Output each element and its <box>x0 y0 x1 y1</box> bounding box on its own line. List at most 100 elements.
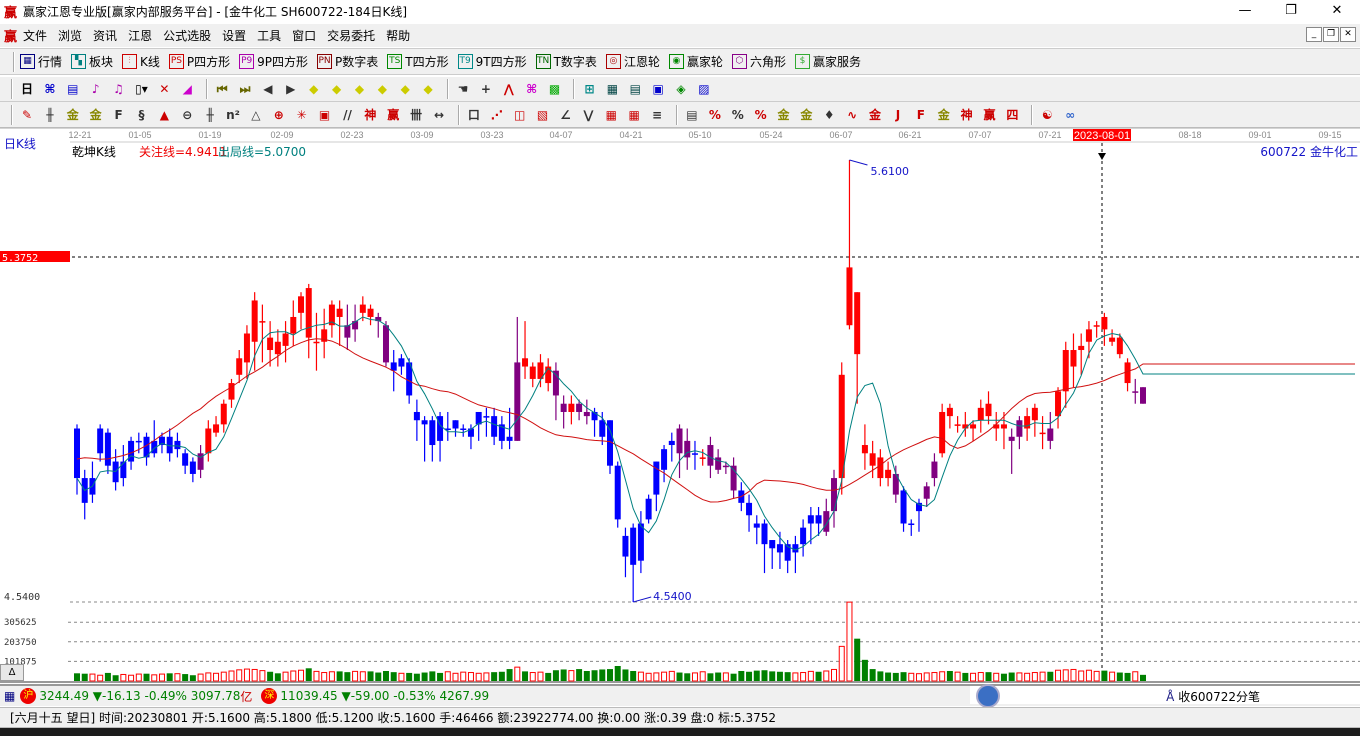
angle2-icon[interactable]: ∠ <box>556 106 574 124</box>
menu-item-0[interactable]: 文件 <box>23 27 47 44</box>
mdi-minimize-button[interactable]: _ <box>1306 27 1322 42</box>
gold-box-icon[interactable]: 金 <box>866 106 884 124</box>
crosshair-icon[interactable]: + <box>477 80 495 98</box>
save-icon[interactable]: ▣ <box>649 80 667 98</box>
cycle2-icon[interactable]: ∿ <box>843 106 861 124</box>
gann-fan-icon[interactable]: ⋰ <box>488 106 506 124</box>
toolbar-button-pn[interactable]: PN P数字表 <box>317 53 378 70</box>
grid-icon[interactable]: ▩ <box>546 80 564 98</box>
measure-icon[interactable]: ↔ <box>430 106 448 124</box>
pct-icon[interactable]: % <box>729 106 747 124</box>
close-button[interactable]: ✕ <box>1314 0 1360 23</box>
ying-icon[interactable]: 赢 <box>384 106 402 124</box>
menu-item-9[interactable]: 帮助 <box>386 27 410 44</box>
gold-icon[interactable]: 金 <box>64 106 82 124</box>
toolbar-button-table[interactable]: ▦ 行情 <box>20 53 62 70</box>
tools-icon[interactable]: ♦ <box>820 106 838 124</box>
print-icon[interactable]: ▨ <box>695 80 713 98</box>
formula-icon[interactable]: ✕ <box>155 80 173 98</box>
shift-right-icon[interactable]: ◆ <box>328 80 346 98</box>
target-icon[interactable]: ⊕ <box>270 106 288 124</box>
shen-icon[interactable]: 神 <box>361 106 379 124</box>
web2-icon[interactable]: ✳ <box>293 106 311 124</box>
si-icon[interactable]: 四 <box>1003 106 1021 124</box>
menu-item-8[interactable]: 交易委托 <box>327 27 375 44</box>
toolbar-button-winner-wheel[interactable]: ◉ 赢家轮 <box>668 53 723 70</box>
calendar-icon[interactable]: ⊞ <box>580 80 598 98</box>
report-icon[interactable]: ▤ <box>626 80 644 98</box>
toolbar-button-tn[interactable]: TN T数字表 <box>535 53 597 70</box>
quote-table-icon[interactable]: ▦ <box>4 689 15 703</box>
toolbar-button-ts[interactable]: TS T四方形 <box>387 53 449 70</box>
expand-v-icon[interactable]: ◆ <box>396 80 414 98</box>
first-icon[interactable]: ⏮ <box>213 80 231 98</box>
pct-line-icon[interactable]: % <box>752 106 770 124</box>
shrink-icon[interactable]: ◆ <box>373 80 391 98</box>
n2-icon[interactable]: n² <box>224 106 242 124</box>
toolbar-button-dollar[interactable]: $ 赢家服务 <box>794 53 861 70</box>
zigzag-icon[interactable]: ⋁ <box>579 106 597 124</box>
candle-type-icon[interactable]: ▯▾ <box>132 80 150 98</box>
shift-left-icon[interactable]: ◆ <box>305 80 323 98</box>
restore-button[interactable]: ❐ <box>1268 0 1314 23</box>
gold-line-icon[interactable]: 金 <box>797 106 815 124</box>
menu-item-1[interactable]: 浏览 <box>58 27 82 44</box>
toolbar-button-gann-wheel[interactable]: ◎ 江恩轮 <box>605 53 660 70</box>
menu-item-5[interactable]: 设置 <box>222 27 246 44</box>
line-icon[interactable]: ⋀ <box>500 80 518 98</box>
hand-icon[interactable]: ☚ <box>454 80 472 98</box>
taiji-icon[interactable]: ☯ <box>1038 106 1056 124</box>
lines-icon[interactable]: ≡ <box>648 106 666 124</box>
info-circle-icon[interactable] <box>976 684 1000 708</box>
gold3-icon[interactable]: 金 <box>935 106 953 124</box>
indicator3-icon[interactable]: ♪ <box>87 80 105 98</box>
square-icon[interactable]: ▣ <box>316 106 334 124</box>
gann-grid-icon[interactable]: ▧ <box>534 106 552 124</box>
period-label[interactable]: 日K线 <box>4 135 36 152</box>
notes-icon[interactable]: ▤ <box>64 80 82 98</box>
cycle-icon[interactable]: ╫ <box>201 106 219 124</box>
pen-icon[interactable]: ✎ <box>18 106 36 124</box>
toolbar-button-t9[interactable]: T9 9T四方形 <box>457 53 527 70</box>
infinity-icon[interactable]: ∞ <box>1061 106 1079 124</box>
angle-icon[interactable]: △ <box>247 106 265 124</box>
toolbar-button-ps[interactable]: PS P四方形 <box>168 53 230 70</box>
pct-red-icon[interactable]: % <box>706 106 724 124</box>
parallel-icon[interactable]: ╫ <box>41 106 59 124</box>
toggle-panel-button[interactable]: Δ <box>0 664 24 681</box>
period-select-icon[interactable]: 日▾ <box>18 80 36 114</box>
spiral-icon[interactable]: § <box>132 106 150 124</box>
next-icon[interactable]: ▶ <box>282 80 300 98</box>
toolbar-button-p9[interactable]: P9 9P四方形 <box>239 53 308 70</box>
prev-icon[interactable]: ◀ <box>259 80 277 98</box>
shen2-icon[interactable]: 神 <box>958 106 976 124</box>
calculator-icon[interactable]: ▦ <box>603 80 621 98</box>
toolbar-button-kline[interactable]: ⫶ K线 <box>122 53 160 70</box>
toolbar-button-hexagon[interactable]: ⬡ 六角形 <box>731 53 786 70</box>
last-icon[interactable]: ⏭ <box>236 80 254 98</box>
indicator9-icon[interactable]: ♫ <box>110 80 128 98</box>
pattern-icon[interactable]: ⌘ <box>523 80 541 98</box>
circle-icon[interactable]: ⊖ <box>178 106 196 124</box>
menu-item-3[interactable]: 江恩 <box>128 27 152 44</box>
menu-item-6[interactable]: 工具 <box>257 27 281 44</box>
gann-box-icon[interactable]: ◫ <box>511 106 529 124</box>
box-icon[interactable]: 口 <box>465 106 483 124</box>
grid2-icon[interactable]: ▦ <box>602 106 620 124</box>
line2-icon[interactable]: // <box>338 106 356 124</box>
menu-item-7[interactable]: 窗口 <box>292 27 316 44</box>
sz-index[interactable]: 深 11039.45 ▼-59.00 -0.53% 4267.99 <box>258 688 489 704</box>
shrink-v-icon[interactable]: ◆ <box>419 80 437 98</box>
gold-circle-icon[interactable]: 金 <box>775 106 793 124</box>
fan-icon[interactable]: ▲ <box>155 106 173 124</box>
gold2-icon[interactable]: 金 <box>87 106 105 124</box>
mdi-close-button[interactable]: ✕ <box>1340 27 1356 42</box>
expand-icon[interactable]: ◆ <box>350 80 368 98</box>
toolbar-button-blocks[interactable]: ▚ 板块 <box>71 53 113 70</box>
menu-item-4[interactable]: 公式选股 <box>163 27 211 44</box>
comb-icon[interactable]: 卌 <box>407 106 425 124</box>
web-icon[interactable]: ◈ <box>672 80 690 98</box>
j-icon[interactable]: J <box>889 106 907 124</box>
zoom-in-icon[interactable]: ⌘ <box>41 80 59 98</box>
ying2-icon[interactable]: 赢 <box>981 106 999 124</box>
